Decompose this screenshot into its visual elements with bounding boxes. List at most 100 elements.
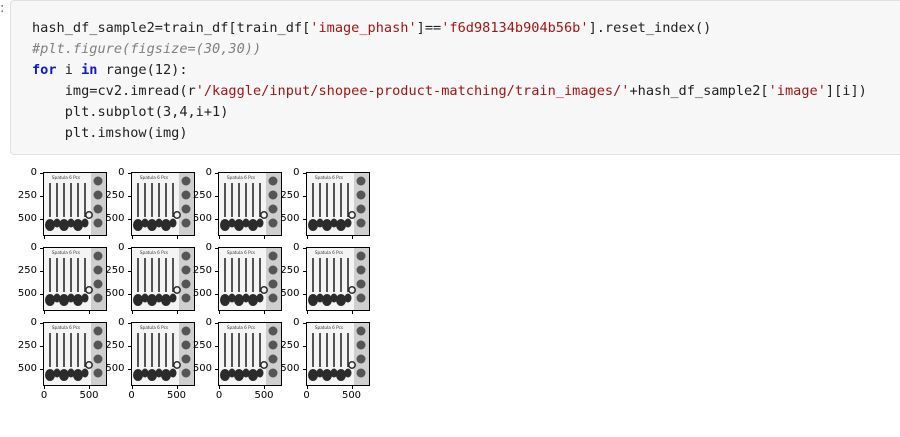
x-tick-mark	[44, 386, 45, 389]
y-tick-mark	[302, 248, 306, 249]
product-image: Spatula 6 Pcs	[306, 173, 369, 235]
code-token: +hash_df_sample2[	[629, 83, 769, 99]
code-editor[interactable]: hash_df_sample2=train_df[train_df['image…	[32, 18, 867, 144]
code-token: range(12):	[97, 62, 188, 78]
subplot-image: Spatula 6 Pcs	[130, 172, 195, 236]
y-tick-label: 500	[280, 213, 300, 224]
code-line: #plt.figure(figsize=(30,30))	[32, 39, 867, 60]
x-tick-mark	[176, 386, 178, 389]
subplot-image: Spatula 6 Pcs	[130, 322, 195, 386]
product-image-title: Spatula 6 Pcs	[314, 175, 342, 180]
code-token: ][i])	[825, 83, 867, 99]
x-tick-mark	[264, 386, 265, 389]
subplot-image: Spatula 6 Pcs	[218, 172, 282, 236]
y-tick-label: 500	[280, 363, 300, 374]
y-tick-label: 250	[280, 265, 300, 276]
y-tick-label: 500	[280, 288, 300, 299]
y-tick-mark	[215, 271, 218, 272]
product-image-title: Spatula 6 Pcs	[52, 175, 80, 180]
x-tick-mark	[131, 386, 133, 389]
subplot-image: Spatula 6 Pcs	[305, 322, 370, 386]
x-tick-label: 500	[341, 390, 362, 401]
y-tick-label: 250	[280, 340, 300, 351]
y-tick-label: 250	[17, 265, 37, 276]
subplot-image: Spatula 6 Pcs	[305, 247, 370, 311]
y-tick-label: 0	[30, 317, 37, 328]
y-tick-mark	[127, 248, 131, 249]
subplot-image: Spatula 6 Pcs	[305, 172, 370, 236]
y-tick-mark	[40, 294, 43, 295]
product-image: Spatula 6 Pcs	[219, 248, 281, 310]
subplot-image: Spatula 6 Pcs	[218, 322, 282, 386]
y-tick-label: 250	[105, 190, 125, 201]
x-tick-label: 0	[128, 390, 135, 401]
y-tick-mark	[215, 248, 218, 249]
code-token: img=cv2.imread(r	[32, 83, 196, 99]
y-tick-label: 0	[293, 167, 300, 178]
x-tick-mark	[176, 236, 178, 239]
y-tick-mark	[215, 173, 218, 174]
y-tick-mark	[40, 196, 43, 197]
y-tick-mark	[127, 369, 131, 370]
code-line: img=cv2.imread(r'/kaggle/input/shopee-pr…	[32, 81, 867, 102]
y-tick-mark	[40, 248, 43, 249]
y-tick-label: 500	[105, 288, 125, 299]
code-token: plt.subplot(3,4,i+1)	[32, 104, 229, 120]
y-tick-label: 250	[192, 265, 212, 276]
x-tick-label: 0	[40, 390, 48, 401]
y-tick-mark	[40, 271, 43, 272]
y-tick-label: 0	[118, 317, 125, 328]
subplot-image: Spatula 6 Pcs	[43, 172, 107, 236]
y-tick-label: 0	[118, 167, 125, 178]
code-token: 'f6d98134b904b56b'	[441, 20, 589, 36]
y-tick-mark	[40, 173, 43, 174]
y-tick-label: 500	[17, 363, 37, 374]
x-tick-mark	[44, 311, 45, 314]
code-line: hash_df_sample2=train_df[train_df['image…	[32, 18, 867, 39]
y-tick-mark	[302, 346, 306, 347]
product-image: Spatula 6 Pcs	[306, 323, 369, 385]
y-tick-mark	[127, 219, 131, 220]
x-tick-label: 500	[79, 390, 99, 401]
y-tick-mark	[127, 346, 131, 347]
subplot-image: Spatula 6 Pcs	[130, 247, 195, 311]
y-tick-mark	[302, 271, 306, 272]
x-tick-mark	[351, 386, 353, 389]
y-tick-label: 0	[30, 167, 37, 178]
product-image-title: Spatula 6 Pcs	[52, 325, 80, 330]
y-tick-label: 0	[293, 317, 300, 328]
y-tick-label: 250	[105, 265, 125, 276]
x-tick-mark	[264, 236, 265, 239]
y-tick-mark	[302, 173, 306, 174]
x-tick-mark	[306, 311, 308, 314]
x-tick-label: 500	[254, 390, 274, 401]
product-image: Spatula 6 Pcs	[219, 173, 281, 235]
y-tick-label: 0	[30, 242, 37, 253]
x-tick-mark	[264, 311, 265, 314]
y-tick-label: 500	[105, 363, 125, 374]
code-token: '/kaggle/input/shopee-product-matching/t…	[195, 83, 630, 99]
cell-menu-handle[interactable]: :	[0, 2, 6, 20]
y-tick-mark	[215, 294, 218, 295]
y-tick-label: 250	[280, 190, 300, 201]
product-image: Spatula 6 Pcs	[306, 248, 369, 310]
product-image: Spatula 6 Pcs	[131, 248, 194, 310]
x-tick-mark	[131, 236, 133, 239]
product-image: Spatula 6 Pcs	[44, 248, 106, 310]
y-tick-mark	[302, 196, 306, 197]
x-tick-mark	[44, 236, 45, 239]
product-image: Spatula 6 Pcs	[219, 323, 281, 385]
cell-output: Spatula 6 Pcs 0 250 500 Spatula 6 Pcs 0 250 500…	[0, 160, 400, 437]
code-token: 'image'	[768, 83, 826, 99]
y-tick-label: 250	[17, 190, 37, 201]
y-tick-label: 250	[192, 340, 212, 351]
y-tick-label: 500	[192, 213, 212, 224]
x-tick-mark	[89, 386, 90, 389]
x-tick-mark	[306, 236, 308, 239]
product-image-title: Spatula 6 Pcs	[227, 325, 255, 330]
subplot-image: Spatula 6 Pcs	[43, 322, 107, 386]
code-line: plt.subplot(3,4,i+1)	[32, 102, 867, 123]
y-tick-label: 0	[205, 167, 212, 178]
code-cell[interactable]: hash_df_sample2=train_df[train_df['image…	[10, 0, 900, 155]
x-tick-mark	[89, 311, 90, 314]
